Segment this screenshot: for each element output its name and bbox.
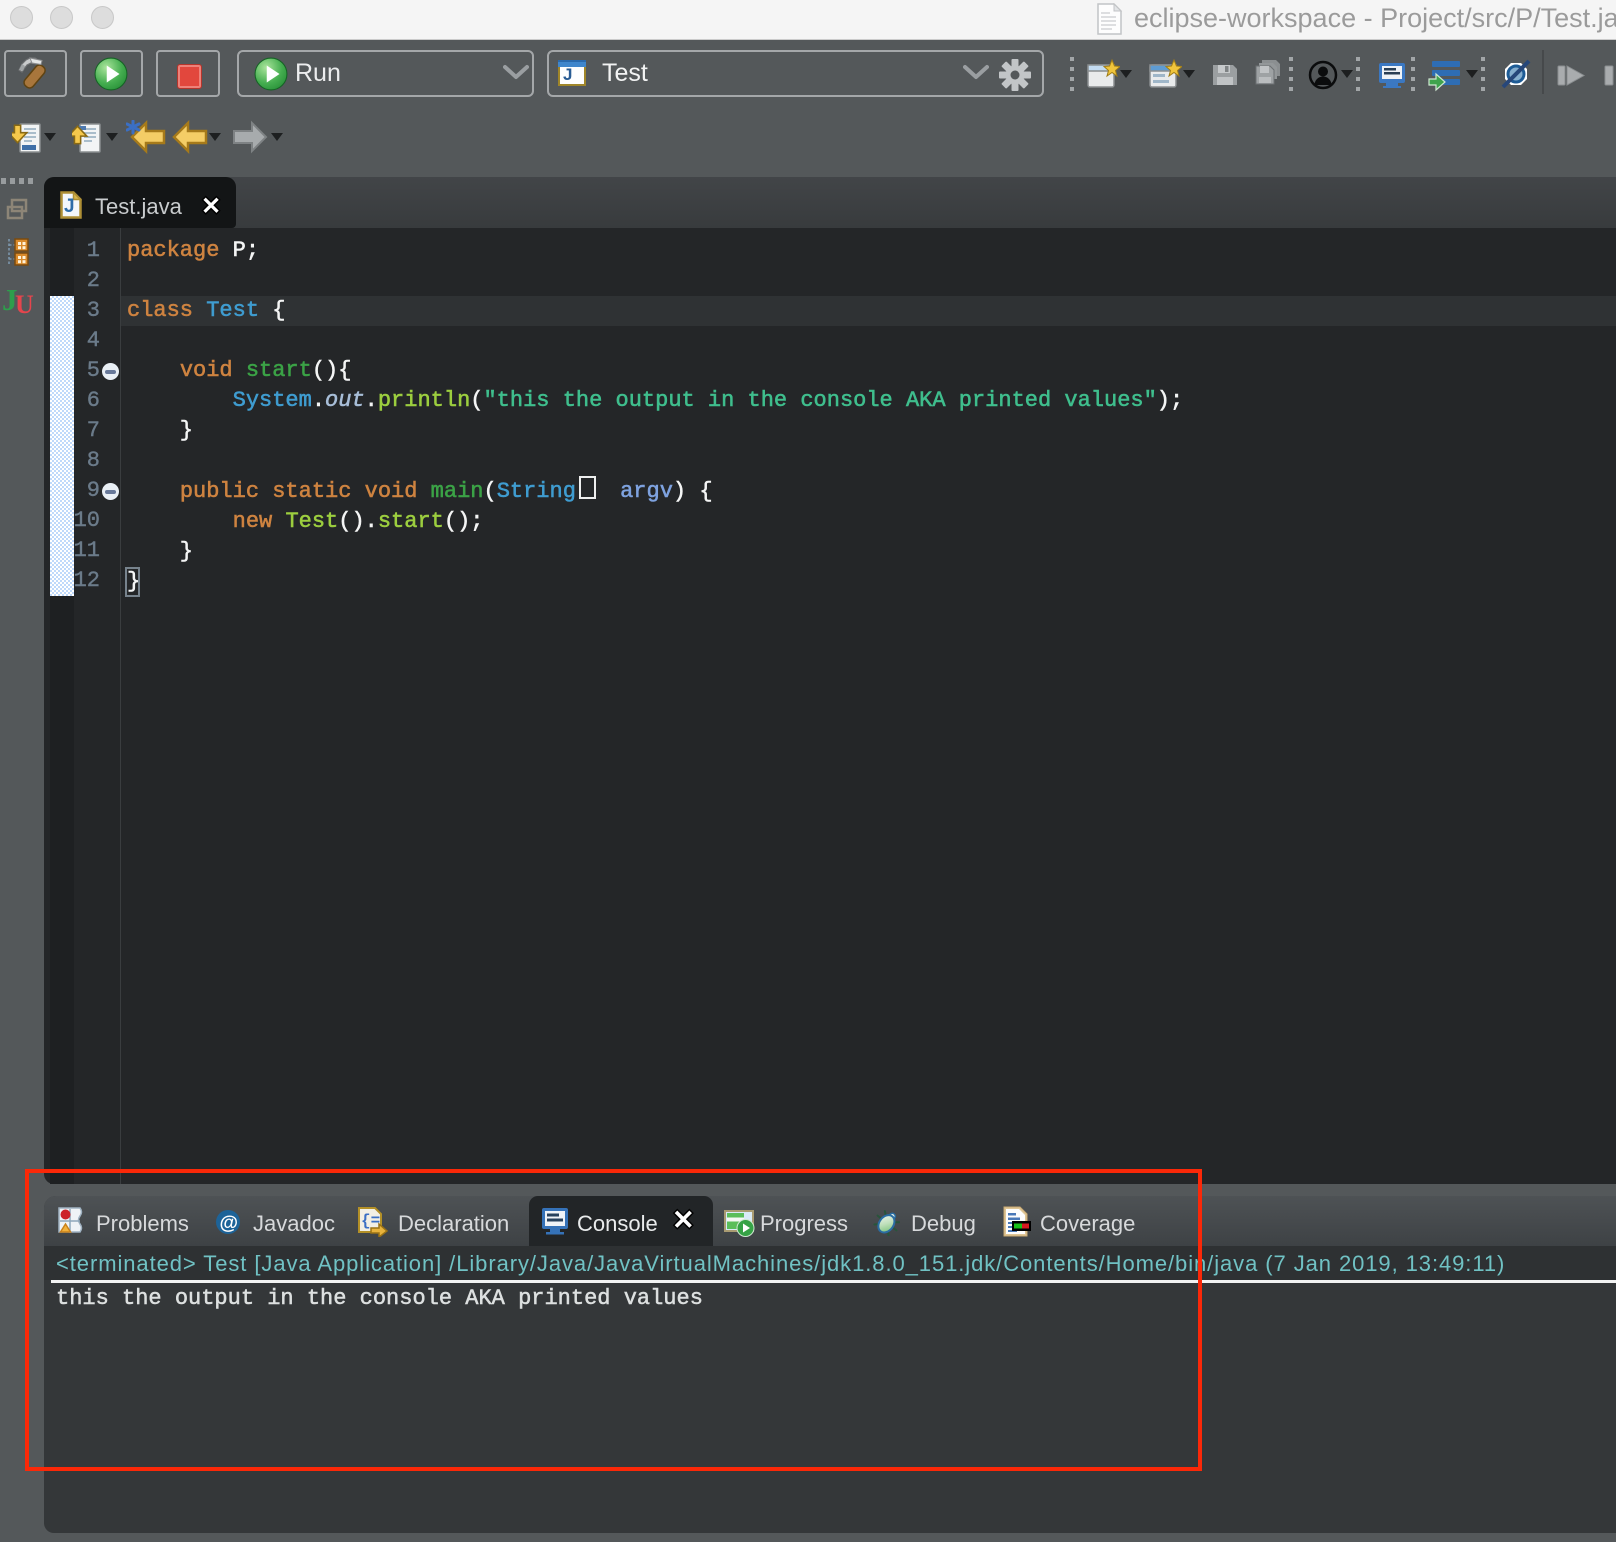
svg-text:J: J <box>64 196 75 217</box>
